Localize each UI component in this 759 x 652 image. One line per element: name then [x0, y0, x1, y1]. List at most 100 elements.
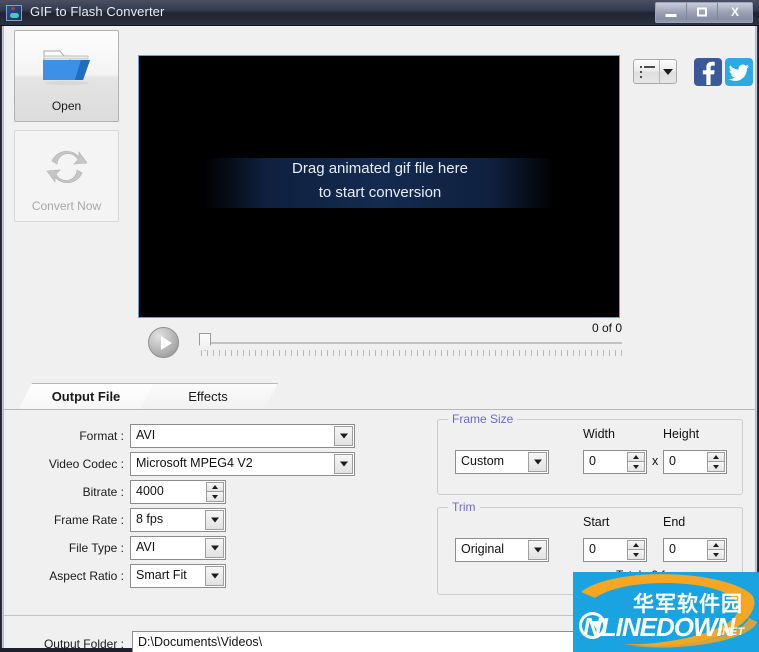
format-dropdown-arrow[interactable] — [334, 426, 353, 446]
play-button[interactable] — [148, 327, 179, 358]
trim-preset-value: Original — [461, 542, 505, 556]
convert-now-label: Convert Now — [31, 199, 102, 213]
file-type-label: File Type : — [68, 541, 124, 555]
end-spin-buttons[interactable] — [707, 540, 725, 560]
format-label: Format : — [79, 429, 124, 443]
frame-rate-dropdown[interactable]: 8 fps — [130, 508, 226, 532]
height-spinner[interactable]: 0 — [663, 450, 727, 474]
end-label: End — [663, 515, 686, 529]
tab-strip: Effects Output File — [4, 381, 755, 411]
frame-counter: 0 of 0 — [591, 321, 622, 335]
frame-size-preset-arrow[interactable] — [528, 452, 547, 472]
format-dropdown[interactable]: AVI — [130, 424, 355, 448]
window-frame-right — [755, 26, 759, 652]
width-spin-down[interactable] — [627, 462, 645, 472]
list-icon — [640, 66, 655, 78]
frame-size-preset-dropdown[interactable]: Custom — [455, 450, 549, 474]
video-codec-dropdown[interactable]: Microsoft MPEG4 V2 — [130, 452, 355, 476]
window-title: GIF to Flash Converter — [30, 4, 165, 19]
start-spin-down[interactable] — [627, 550, 645, 560]
window-controls: X — [655, 2, 753, 23]
tab-effects[interactable]: Effects — [138, 383, 278, 410]
output-folder-value: D:\Documents\Videos\ — [138, 635, 263, 649]
app-icon — [6, 5, 22, 21]
trim-preset-arrow[interactable] — [528, 540, 547, 560]
minimize-icon — [665, 13, 677, 17]
bitrate-spin-up[interactable] — [206, 482, 224, 492]
frame-rate-value: 8 fps — [136, 512, 164, 526]
file-type-dropdown-arrow[interactable] — [205, 538, 224, 558]
width-label: Width — [583, 427, 615, 441]
maximize-icon — [697, 7, 707, 16]
watermark-logo: 华军软件园 NLINEDOWN .NET — [573, 572, 759, 652]
drop-zone-line1: Drag animated gif file here — [292, 160, 468, 177]
start-spinner[interactable]: 0 — [583, 538, 647, 562]
list-view-button[interactable] — [634, 60, 661, 83]
height-spin-buttons[interactable] — [707, 452, 725, 472]
tab-effects-label: Effects — [188, 389, 228, 404]
start-label: Start — [583, 515, 610, 529]
frame-size-group: Frame Size Custom Width 0 x Height 0 — [437, 412, 743, 495]
drop-zone-line2: to start conversion — [318, 184, 442, 201]
tab-output-file-label: Output File — [51, 389, 121, 404]
width-value: 0 — [589, 454, 596, 468]
minimize-button[interactable] — [656, 3, 687, 20]
start-spin-buttons[interactable] — [627, 540, 645, 560]
close-icon: X — [730, 4, 740, 19]
width-spin-buttons[interactable] — [627, 452, 645, 472]
video-codec-value: Microsoft MPEG4 V2 — [136, 456, 253, 470]
tab-output-file[interactable]: Output File — [18, 383, 154, 410]
client-area: Open Convert Now Drag animated gif file … — [4, 26, 755, 652]
twitter-bird-icon — [728, 64, 749, 81]
width-spinner[interactable]: 0 — [583, 450, 647, 474]
format-value: AVI — [136, 428, 156, 442]
folder-icon — [42, 50, 90, 86]
list-dropdown-toggle[interactable] — [660, 60, 676, 83]
timeline-tick-marks — [201, 350, 622, 356]
end-spinner[interactable]: 0 — [663, 538, 727, 562]
facebook-icon — [702, 61, 715, 85]
chevron-down-icon — [663, 68, 674, 75]
twitter-button[interactable] — [725, 58, 753, 86]
bitrate-spinner[interactable]: 4000 — [130, 480, 226, 504]
width-spin-up[interactable] — [627, 452, 645, 462]
start-spin-up[interactable] — [627, 540, 645, 550]
frame-rate-dropdown-arrow[interactable] — [205, 510, 224, 530]
timeline-slider-track[interactable] — [201, 342, 622, 344]
height-label: Height — [663, 427, 700, 441]
file-type-dropdown[interactable]: AVI — [130, 536, 226, 560]
video-codec-dropdown-arrow[interactable] — [334, 454, 353, 474]
drop-zone-text: Drag animated gif file here to start con… — [139, 157, 621, 205]
trim-legend: Trim — [448, 500, 480, 514]
convert-now-button[interactable]: Convert Now — [14, 130, 119, 222]
trim-preset-dropdown[interactable]: Original — [455, 538, 549, 562]
file-type-value: AVI — [136, 540, 156, 554]
bitrate-spin-down[interactable] — [206, 492, 224, 502]
aspect-ratio-dropdown[interactable]: Smart Fit — [130, 564, 226, 588]
timeline-slider-thumb[interactable] — [199, 333, 211, 351]
open-button[interactable]: Open — [14, 30, 119, 122]
bitrate-value: 4000 — [136, 484, 164, 498]
frame-size-preset-value: Custom — [461, 454, 505, 468]
video-preview-area[interactable]: Drag animated gif file here to start con… — [138, 55, 620, 318]
start-value: 0 — [589, 542, 596, 556]
aspect-ratio-label: Aspect Ratio : — [49, 569, 124, 583]
height-spin-up[interactable] — [707, 452, 725, 462]
refresh-icon — [45, 150, 88, 184]
title-bar: GIF to Flash Converter X — [0, 0, 759, 26]
open-button-label: Open — [51, 99, 82, 113]
facebook-button[interactable] — [694, 58, 722, 86]
bitrate-label: Bitrate : — [82, 485, 124, 499]
end-spin-down[interactable] — [707, 550, 725, 560]
height-spin-down[interactable] — [707, 462, 725, 472]
dimension-separator: x — [652, 454, 659, 468]
bitrate-spin-buttons[interactable] — [206, 482, 224, 502]
maximize-button[interactable] — [687, 3, 718, 20]
watermark-tld-text: .NET — [719, 626, 745, 638]
end-spin-up[interactable] — [707, 540, 725, 550]
aspect-ratio-dropdown-arrow[interactable] — [205, 566, 224, 586]
close-button[interactable]: X — [718, 3, 752, 20]
list-view-dropdown-button[interactable] — [633, 59, 677, 84]
output-folder-label: Output Folder : — [43, 637, 124, 651]
frame-size-legend: Frame Size — [448, 412, 518, 426]
